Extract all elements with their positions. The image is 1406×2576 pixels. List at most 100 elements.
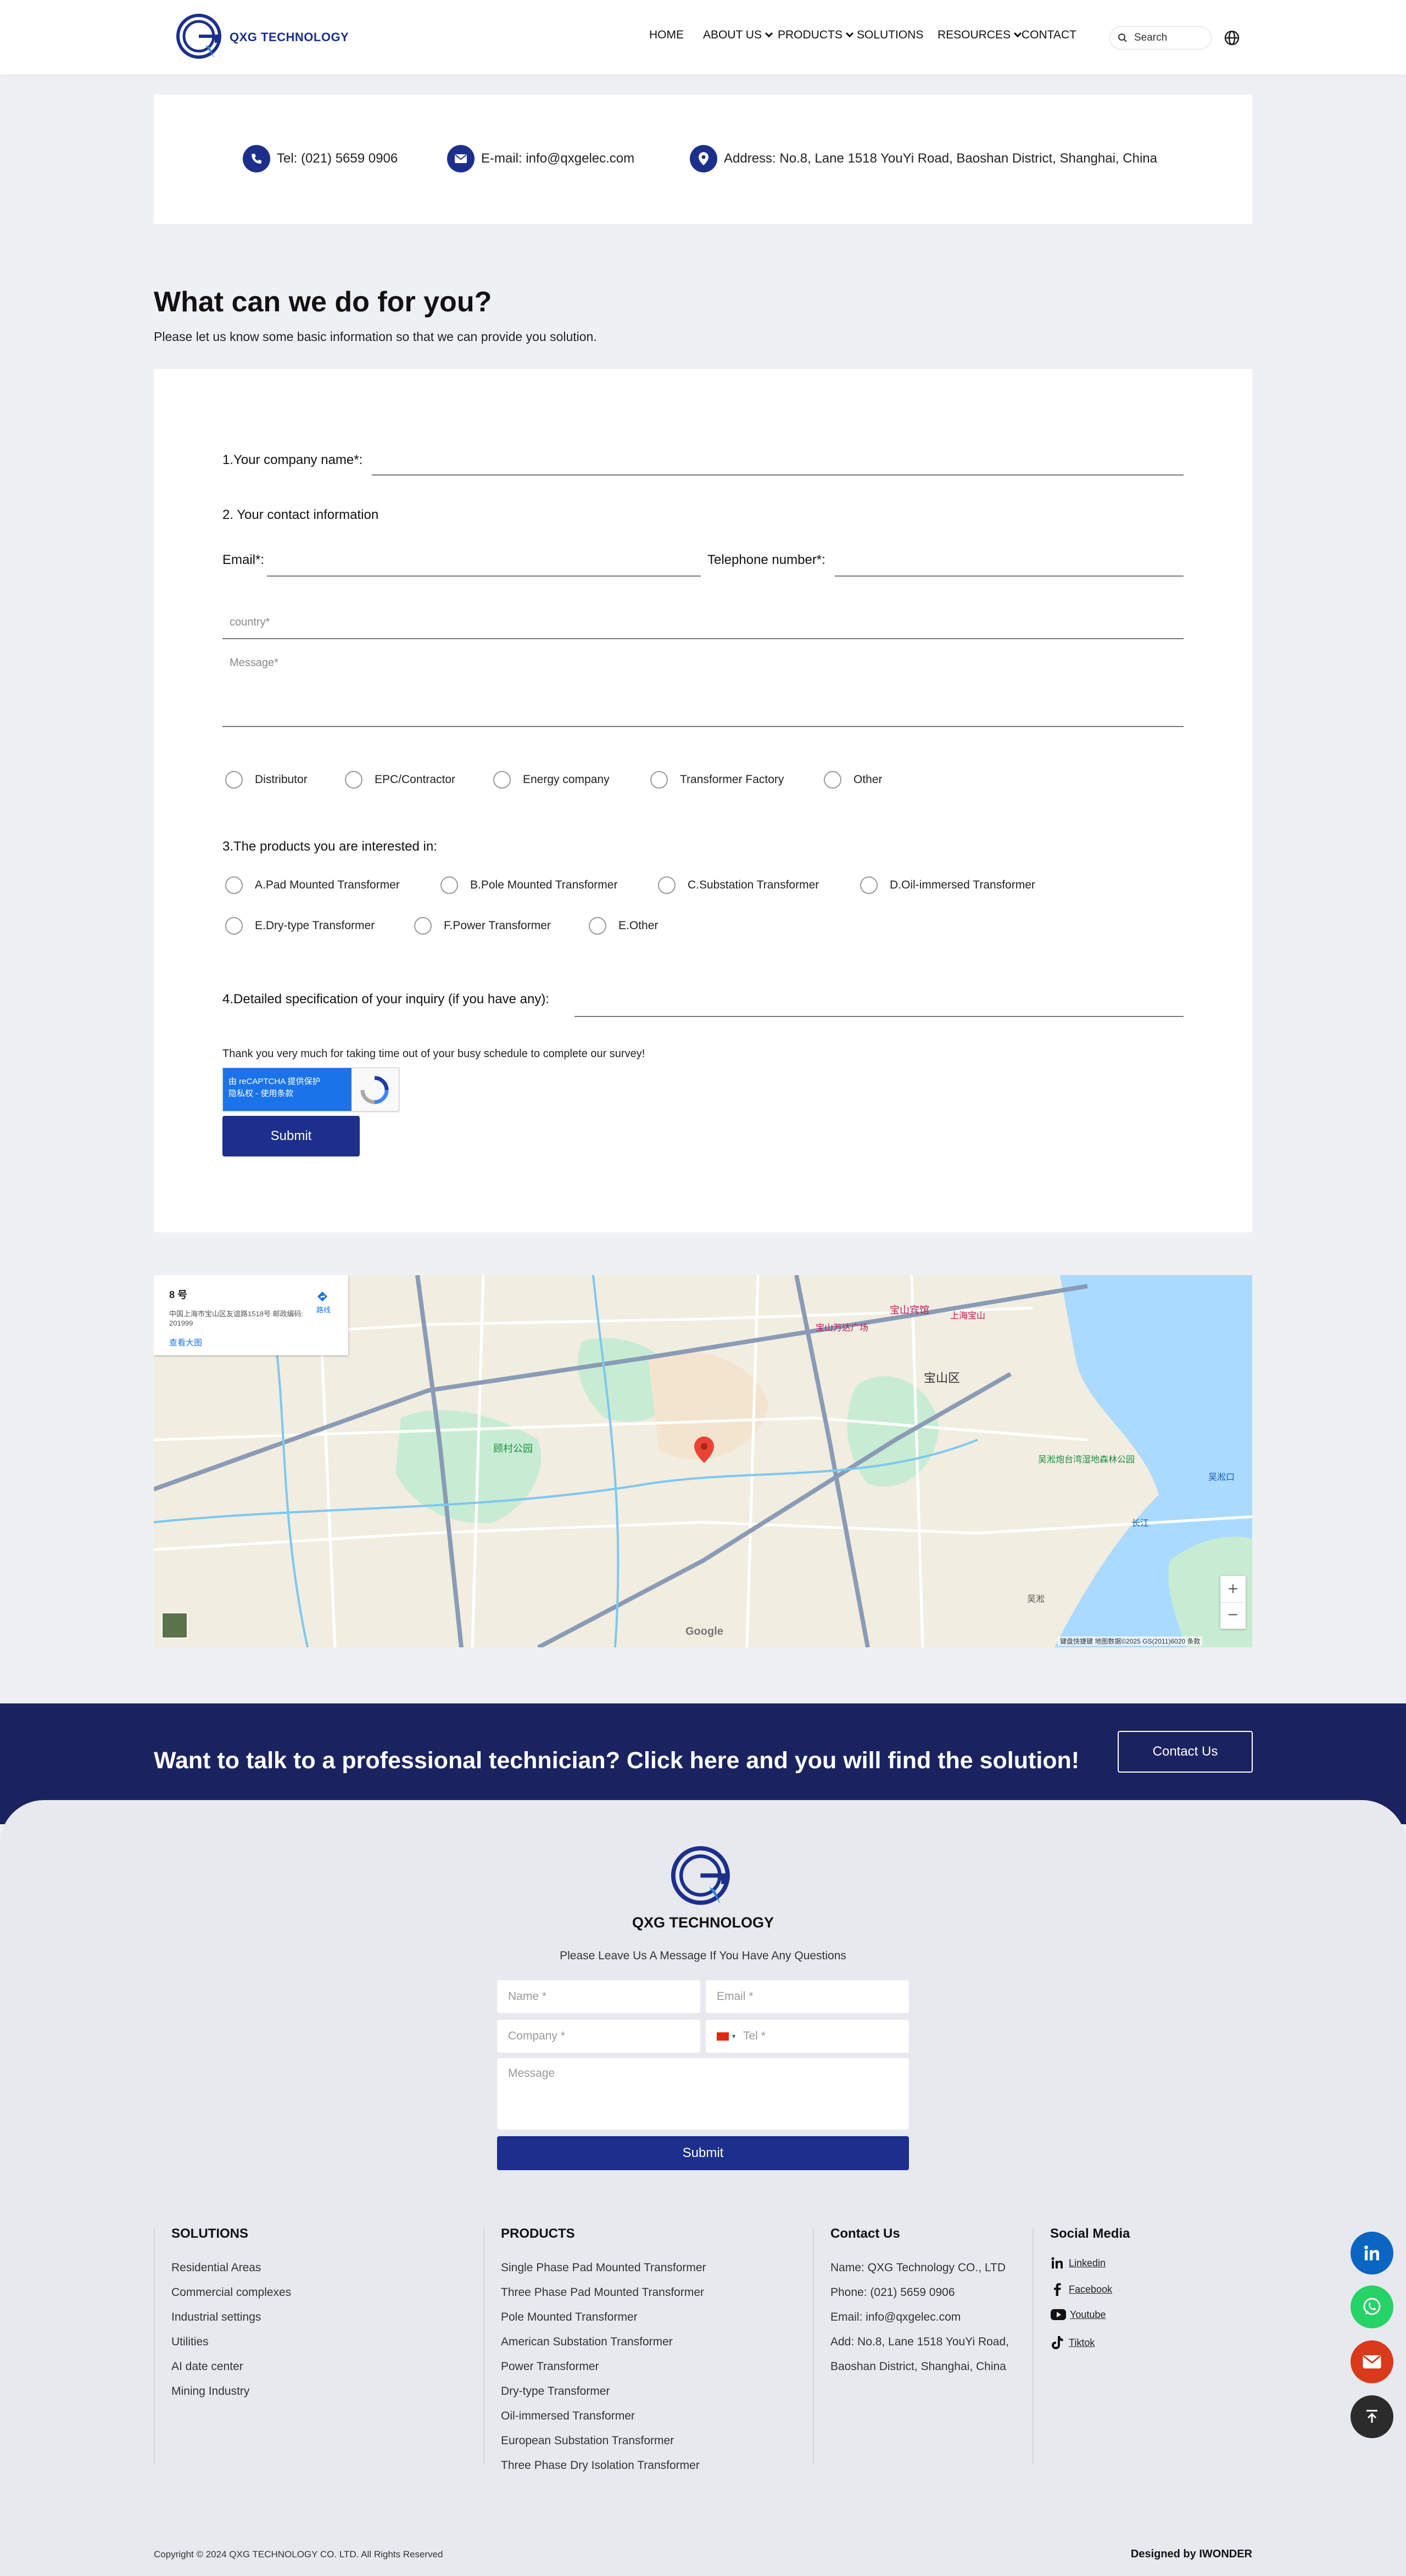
nav-products[interactable]: PRODUCTS	[778, 29, 853, 42]
footer-contact-line: Name: QXG Technology CO., LTD	[830, 2261, 1006, 2274]
product-label: C.Substation Transformer	[688, 879, 819, 891]
recaptcha-widget[interactable]: 由 reCAPTCHA 提供保护 隐私权 - 使用条款	[222, 1068, 399, 1111]
chevron-down-icon	[845, 29, 853, 38]
cta-text[interactable]: Want to talk to a professional technicia…	[154, 1747, 1079, 1774]
product-label: D.Oil-immersed Transformer	[890, 879, 1035, 891]
footer-name-input[interactable]: Name *	[497, 1980, 700, 2013]
footer-contact-line: Add: No.8, Lane 1518 YouYi Road,	[830, 2335, 1009, 2348]
email-field[interactable]	[267, 575, 701, 577]
product-other-radio[interactable]: E.Other	[589, 917, 658, 935]
footer-product-link[interactable]: Pole Mounted Transformer	[501, 2311, 638, 2324]
contact-email-text: E-mail: info@qxgelec.com	[481, 151, 635, 166]
map-satellite-toggle[interactable]	[161, 1612, 188, 1639]
footer-solution-link[interactable]: Industrial settings	[171, 2311, 261, 2324]
product-c-radio[interactable]: C.Substation Transformer	[658, 876, 819, 894]
footer-message-prompt: Please Leave Us A Message If You Have An…	[560, 1949, 846, 1962]
flag-dropdown-icon[interactable]: ▾	[732, 2032, 735, 2040]
float-mail-button[interactable]	[1351, 2340, 1393, 2383]
radio-circle	[345, 771, 362, 789]
company-name-input[interactable]	[372, 474, 1184, 476]
float-linkedin-button[interactable]	[1351, 2232, 1393, 2275]
footer-email-input[interactable]: Email *	[706, 1980, 909, 2013]
footer-solution-link[interactable]: AI date center	[171, 2360, 243, 2373]
product-label: B.Pole Mounted Transformer	[470, 879, 618, 891]
nav-contact[interactable]: CONTACT	[1022, 29, 1076, 42]
role-energy-company-radio[interactable]: Energy company	[493, 771, 610, 789]
contact-info-bar: Tel: (021) 5659 0906 E-mail: info@qxgele…	[154, 94, 1252, 224]
location-map[interactable]: 宝山区 顾村公园 宝山宾馆 吴淞口 长江 吴淞炮台湾湿地森林公园 宝山万达广场 …	[154, 1275, 1252, 1647]
footer-contact-title: Contact Us	[830, 2226, 900, 2241]
float-whatsapp-button[interactable]	[1351, 2286, 1393, 2328]
role-label: Transformer Factory	[680, 773, 784, 786]
footer-message-input[interactable]: Message	[497, 2058, 909, 2130]
product-e-radio[interactable]: E.Dry-type Transformer	[225, 917, 375, 935]
footer-product-link[interactable]: Power Transformer	[501, 2360, 599, 2373]
globe-icon[interactable]	[1224, 30, 1240, 46]
message-field[interactable]	[222, 726, 1184, 727]
role-label: Other	[853, 773, 883, 786]
map-label: 宝山宾馆	[890, 1305, 929, 1316]
map-info-title: 8 号	[169, 1289, 188, 1300]
product-f-radio[interactable]: F.Power Transformer	[414, 917, 551, 935]
country-flag-icon[interactable]	[717, 2032, 729, 2041]
designed-by-credit[interactable]: Designed by IWONDER	[1120, 2548, 1252, 2561]
nav-home[interactable]: HOME	[649, 29, 684, 42]
zoom-in-button[interactable]: +	[1220, 1576, 1246, 1602]
role-distributor-radio[interactable]: Distributor	[225, 771, 308, 789]
footer-product-link[interactable]: Single Phase Pad Mounted Transformer	[501, 2261, 706, 2275]
logo-mark-icon	[176, 14, 221, 59]
footer-logo-text: QXG TECHNOLOGY	[632, 1914, 774, 1931]
inquiry-form: 1.Your company name*: 2. Your contact in…	[154, 369, 1252, 1232]
product-b-radio[interactable]: B.Pole Mounted Transformer	[440, 876, 617, 894]
product-label: E.Dry-type Transformer	[255, 919, 375, 932]
product-a-radio[interactable]: A.Pad Mounted Transformer	[225, 876, 400, 894]
mail-icon	[447, 145, 475, 172]
footer-product-link[interactable]: Dry-type Transformer	[501, 2385, 610, 2398]
footer-company-input[interactable]: Company *	[497, 2020, 700, 2053]
footer-submit-button[interactable]: Submit	[497, 2136, 909, 2170]
footer-product-link[interactable]: Three Phase Dry Isolation Transformer	[501, 2459, 700, 2472]
mail-icon	[1363, 2355, 1381, 2368]
social-youtube-link[interactable]: Youtube	[1050, 2309, 1106, 2321]
social-facebook-link[interactable]: Facebook	[1050, 2282, 1112, 2296]
footer-product-link[interactable]: American Substation Transformer	[501, 2335, 673, 2349]
social-linkedin-link[interactable]: Linkedin	[1050, 2256, 1106, 2270]
footer-product-link[interactable]: European Substation Transformer	[501, 2434, 674, 2448]
footer-divider	[813, 2228, 814, 2465]
role-epc-radio[interactable]: EPC/Contractor	[345, 771, 455, 789]
search-input[interactable]: Search	[1109, 26, 1212, 49]
footer-solution-link[interactable]: Utilities	[171, 2335, 209, 2349]
product-d-radio[interactable]: D.Oil-immersed Transformer	[860, 876, 1035, 894]
nav-resources[interactable]: RESOURCES	[938, 29, 1022, 42]
footer-solution-link[interactable]: Commercial complexes	[171, 2286, 291, 2299]
map-directions-link[interactable]: 路线	[316, 1290, 331, 1315]
footer-product-link[interactable]: Oil-immersed Transformer	[501, 2410, 635, 2423]
back-to-top-button[interactable]	[1351, 2395, 1393, 2438]
specification-field[interactable]	[574, 1016, 1184, 1017]
nav-about-us[interactable]: ABOUT US	[703, 29, 773, 42]
submit-button[interactable]: Submit	[222, 1116, 360, 1156]
footer-tel-input[interactable]: ▾ Tel *	[706, 2020, 909, 2053]
footer-solution-link[interactable]: Mining Industry	[171, 2385, 249, 2398]
site-logo[interactable]: QXG TECHNOLOGY	[175, 12, 349, 63]
nav-solutions[interactable]: SOLUTIONS	[857, 29, 923, 42]
footer-product-link[interactable]: Three Phase Pad Mounted Transformer	[501, 2286, 704, 2299]
role-transformer-factory-radio[interactable]: Transformer Factory	[650, 771, 784, 789]
footer-solution-link[interactable]: Residential Areas	[171, 2261, 261, 2275]
telephone-field[interactable]	[835, 575, 1184, 577]
zoom-out-button[interactable]: −	[1220, 1602, 1246, 1629]
map-label: 吴淞口	[1208, 1473, 1235, 1482]
map-view-larger-link[interactable]: 查看大图	[169, 1337, 333, 1348]
role-other-radio[interactable]: Other	[824, 771, 883, 789]
contact-us-button[interactable]: Contact Us	[1118, 1731, 1253, 1773]
radio-circle	[493, 771, 511, 789]
country-field[interactable]	[222, 638, 1184, 639]
recaptcha-terms-link[interactable]: 隐私权 - 使用条款	[228, 1088, 346, 1100]
social-tiktok-link[interactable]: Tiktok	[1050, 2335, 1095, 2350]
product-label: A.Pad Mounted Transformer	[255, 879, 400, 891]
footer-divider	[483, 2228, 484, 2465]
radio-circle	[414, 917, 432, 935]
search-icon	[1118, 33, 1127, 42]
footer-solutions-title: SOLUTIONS	[171, 2226, 249, 2241]
phone-icon	[243, 145, 270, 172]
